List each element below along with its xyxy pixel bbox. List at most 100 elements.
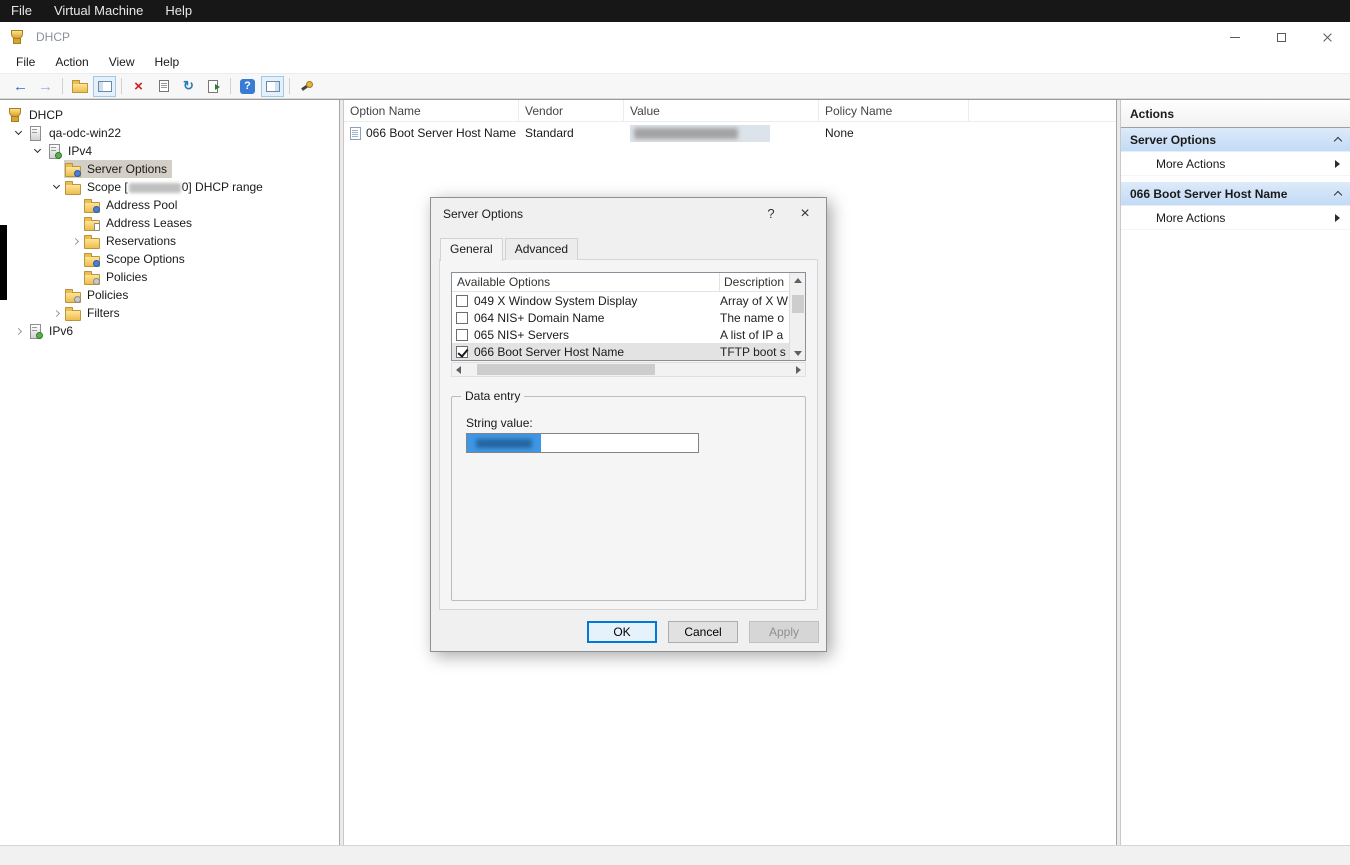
cell-policy-name: None (819, 126, 969, 140)
server-icon (27, 125, 43, 141)
horizontal-scrollbar[interactable] (451, 362, 806, 377)
close-button[interactable] (1304, 22, 1350, 52)
tree-item-dhcp[interactable]: DHCP (0, 106, 339, 124)
column-description[interactable]: Description (720, 273, 789, 291)
help-button[interactable]: ? (236, 76, 259, 97)
maximize-icon (1277, 33, 1286, 42)
vm-menu-file[interactable]: File (0, 0, 43, 22)
option-list-row[interactable]: 066 Boot Server Host Name Standard None (344, 122, 1116, 144)
collapse-section-icon[interactable] (1334, 137, 1342, 145)
tree-item-label: Filters (85, 306, 122, 320)
scroll-down-button[interactable] (790, 346, 805, 360)
toolbar-separator (121, 78, 122, 94)
tree-item-scope-policies[interactable]: Policies (0, 268, 339, 286)
policies-icon (65, 287, 81, 303)
dialog-close-button[interactable]: × (788, 198, 822, 229)
tree-item-qa-odc-win22[interactable]: qa-odc-win22 (0, 124, 339, 142)
tree-item-ipv6[interactable]: IPv6 (0, 322, 339, 340)
chevron-collapsed-icon[interactable] (67, 239, 83, 244)
data-entry-group-label: Data entry (461, 389, 524, 403)
tree-item-ipv4[interactable]: IPv4 (0, 142, 339, 160)
menu-view[interactable]: View (99, 52, 145, 73)
chevron-collapsed-icon[interactable] (48, 311, 64, 316)
tab-advanced[interactable]: Advanced (505, 238, 578, 260)
column-header-vendor[interactable]: Vendor (519, 100, 624, 121)
chevron-expanded-icon[interactable] (48, 186, 64, 188)
checkbox-unchecked-icon[interactable] (456, 295, 468, 307)
scroll-left-icon[interactable] (456, 366, 461, 374)
scroll-right-icon[interactable] (796, 366, 801, 374)
tab-general[interactable]: General (440, 238, 503, 261)
configure-options-button[interactable] (295, 76, 318, 97)
string-value-input[interactable] (466, 433, 699, 453)
tree-item-reservations[interactable]: Reservations (0, 232, 339, 250)
scrollbar-thumb[interactable] (792, 295, 804, 313)
vertical-scrollbar[interactable] (789, 273, 805, 360)
option-row-065[interactable]: 065 NIS+ Servers A list of IP a (452, 326, 789, 343)
collapse-section-icon[interactable] (1334, 191, 1342, 199)
toolbar-separator (62, 78, 63, 94)
up-one-level-button[interactable] (68, 76, 91, 97)
cancel-button[interactable]: Cancel (668, 621, 738, 643)
menu-action[interactable]: Action (45, 52, 98, 73)
column-header-policy-name[interactable]: Policy Name (819, 100, 969, 121)
option-row-049[interactable]: 049 X Window System Display Array of X W (452, 292, 789, 309)
option-row-064[interactable]: 064 NIS+ Domain Name The name o (452, 309, 789, 326)
tree-item-scope-options[interactable]: Scope Options (0, 250, 339, 268)
more-actions-server-options[interactable]: More Actions (1121, 152, 1350, 176)
more-actions-066-boot-server[interactable]: More Actions (1121, 206, 1350, 230)
ok-button[interactable]: OK (587, 621, 657, 643)
checkbox-checked-icon[interactable] (456, 346, 468, 358)
tree-item-label: Scope Options (104, 252, 187, 266)
show-hide-console-tree-button[interactable] (93, 76, 116, 97)
checkbox-unchecked-icon[interactable] (456, 312, 468, 324)
actions-section-066-boot-server[interactable]: 066 Boot Server Host Name (1121, 182, 1350, 206)
menu-file[interactable]: File (6, 52, 45, 73)
column-header-option-name[interactable]: Option Name (344, 100, 519, 121)
chevron-collapsed-icon[interactable] (10, 329, 26, 334)
app-titlebar: DHCP (0, 22, 1350, 52)
menu-help[interactable]: Help (145, 52, 190, 73)
chevron-expanded-icon[interactable] (10, 132, 26, 134)
string-value-label: String value: (466, 416, 533, 430)
column-available-options[interactable]: Available Options (452, 273, 720, 291)
scroll-up-button[interactable] (790, 273, 805, 287)
tree-item-scope[interactable]: Scope [0] DHCP range (0, 178, 339, 196)
back-button[interactable]: ← (9, 76, 32, 97)
policy-name-text: None (825, 126, 854, 140)
cell-value (624, 125, 819, 142)
column-header-value[interactable]: Value (624, 100, 819, 121)
tree-item-filters[interactable]: Filters (0, 304, 339, 322)
minimize-button[interactable] (1212, 22, 1258, 52)
show-hide-action-pane-button[interactable] (261, 76, 284, 97)
checkbox-unchecked-icon[interactable] (456, 329, 468, 341)
scrollbar-thumb[interactable] (477, 364, 655, 375)
refresh-button[interactable]: ↻ (177, 76, 200, 97)
vm-menu-help[interactable]: Help (154, 0, 203, 22)
apply-button[interactable]: Apply (749, 621, 819, 643)
tree-item-label: Address Leases (104, 216, 194, 230)
chevron-expanded-icon[interactable] (29, 150, 45, 152)
tree-item-server-options[interactable]: Server Options (0, 160, 339, 178)
maximize-button[interactable] (1258, 22, 1304, 52)
scrollbar-track[interactable] (465, 364, 792, 375)
tree-item-policies[interactable]: Policies (0, 286, 339, 304)
tree-item-address-leases[interactable]: Address Leases (0, 214, 339, 232)
delete-button[interactable]: × (127, 76, 150, 97)
close-icon (1322, 32, 1333, 43)
tree-item-address-pool[interactable]: Address Pool (0, 196, 339, 214)
actions-section-server-options[interactable]: Server Options (1121, 128, 1350, 152)
properties-button[interactable] (152, 76, 175, 97)
vm-menu-virtual-machine[interactable]: Virtual Machine (43, 0, 154, 22)
option-row-066[interactable]: 066 Boot Server Host Name TFTP boot s (452, 343, 789, 360)
forward-button[interactable]: → (34, 76, 57, 97)
tree-item-label: Policies (104, 270, 149, 284)
ipv6-icon (27, 323, 43, 339)
tree-item-label: qa-odc-win22 (47, 126, 123, 140)
more-actions-label: More Actions (1156, 211, 1225, 225)
tree-item-label: IPv6 (47, 324, 75, 338)
dialog-help-button[interactable]: ? (754, 198, 788, 229)
export-list-button[interactable] (202, 76, 225, 97)
available-options-list: Available Options Description 049 X Wind… (451, 272, 806, 361)
address-leases-icon (84, 215, 100, 231)
